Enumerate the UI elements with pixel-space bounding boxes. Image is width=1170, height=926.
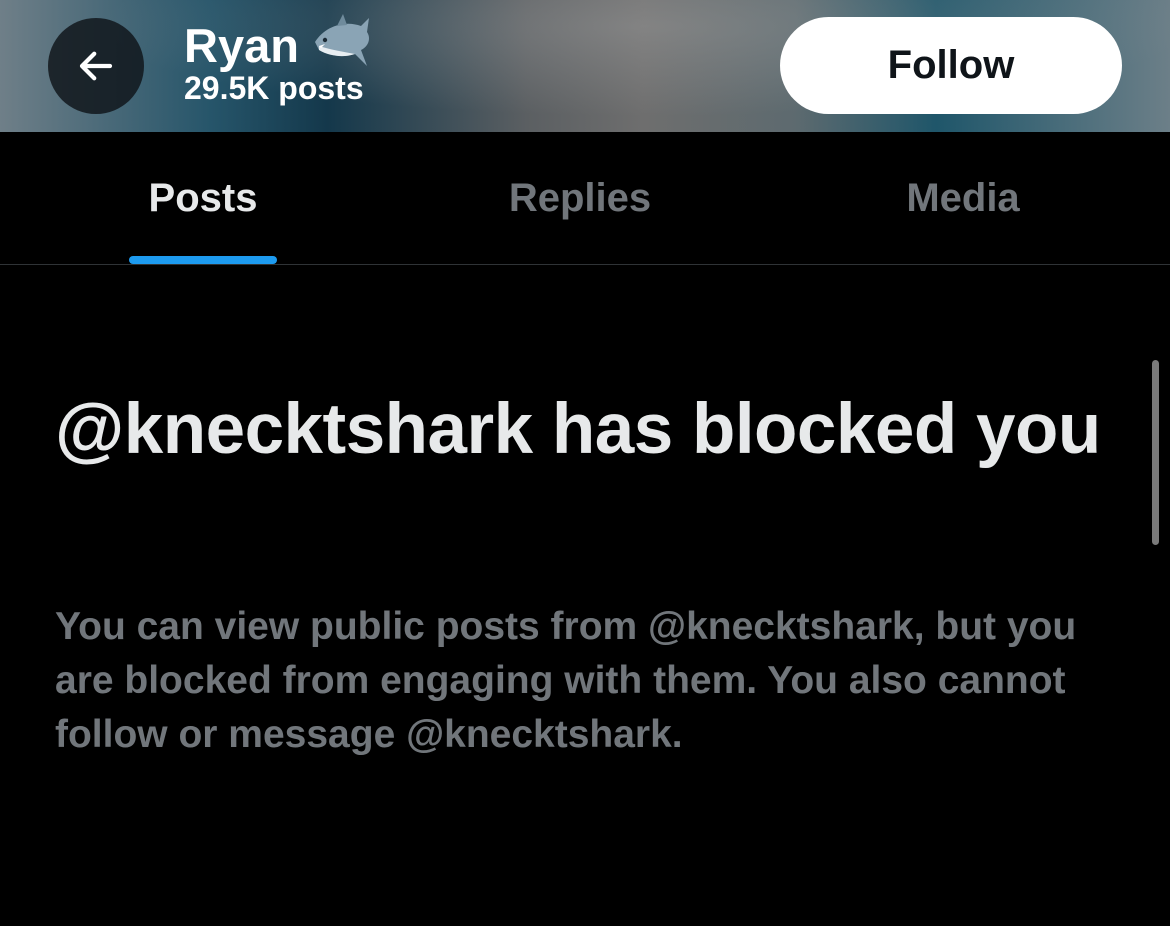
follow-button[interactable]: Follow <box>780 17 1122 114</box>
tab-replies[interactable]: Replies <box>390 132 770 264</box>
active-tab-indicator <box>129 256 277 264</box>
profile-header-banner: Ryan 29.5K posts Follow <box>0 0 1170 132</box>
profile-name: Ryan <box>184 19 299 72</box>
profile-title-block: Ryan 29.5K posts <box>184 14 375 106</box>
shark-emoji-icon <box>314 14 369 66</box>
tab-media[interactable]: Media <box>770 132 1156 264</box>
scrollbar[interactable] <box>1152 360 1159 545</box>
tab-posts[interactable]: Posts <box>0 132 406 264</box>
blocked-notice-title: @knecktshark has blocked you <box>55 390 1101 469</box>
posts-count: 29.5K posts <box>184 70 364 106</box>
arrow-left-icon <box>79 51 113 81</box>
blocked-notice-body: You can view public posts from @knecktsh… <box>55 605 1077 756</box>
profile-tabs: Posts Replies Media <box>0 132 1170 265</box>
back-button[interactable] <box>48 18 144 114</box>
